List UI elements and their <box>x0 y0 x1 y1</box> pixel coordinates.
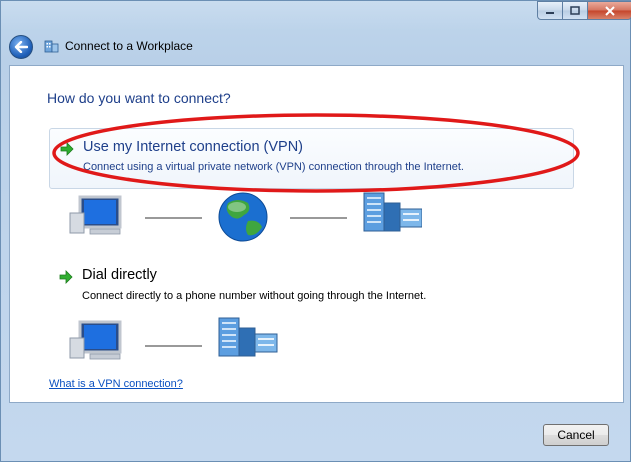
workplace-network-icon <box>44 40 59 53</box>
window-controls <box>537 1 631 21</box>
close-icon <box>604 5 615 16</box>
computer-icon <box>69 195 122 235</box>
option-dial[interactable]: Dial directly Connect directly to a phon… <box>49 267 574 307</box>
maximize-icon <box>570 6 580 15</box>
globe-icon <box>218 192 268 242</box>
wizard-content: How do you want to connect? Use my Inter… <box>9 65 624 403</box>
back-arrow-icon <box>14 41 28 53</box>
window-frame: Connect to a Workplace How do you want t… <box>0 0 631 462</box>
server-building-icon <box>218 317 278 357</box>
close-button[interactable] <box>588 1 631 20</box>
title-bar: Connect to a Workplace <box>1 1 631 65</box>
option-vpn[interactable]: Use my Internet connection (VPN) Connect… <box>49 128 574 189</box>
back-button[interactable] <box>9 35 33 59</box>
cancel-button[interactable]: Cancel <box>543 424 609 446</box>
vpn-diagram <box>69 192 422 242</box>
green-arrow-icon <box>59 270 73 284</box>
option-vpn-title: Use my Internet connection (VPN) <box>83 139 304 155</box>
green-arrow-icon <box>60 142 74 156</box>
server-building-icon <box>363 192 422 232</box>
button-bar: Cancel <box>9 403 624 456</box>
minimize-button[interactable] <box>537 1 563 20</box>
maximize-button[interactable] <box>563 1 588 20</box>
computer-icon <box>69 320 122 360</box>
option-vpn-description: Connect using a virtual private network … <box>83 161 464 173</box>
minimize-icon <box>546 11 554 14</box>
wizard-title: Connect to a Workplace <box>65 39 193 53</box>
option-dial-description: Connect directly to a phone number witho… <box>82 290 427 302</box>
dial-diagram <box>69 317 278 360</box>
page-heading: How do you want to connect? <box>47 90 231 106</box>
option-dial-title: Dial directly <box>82 267 157 283</box>
vpn-help-link[interactable]: What is a VPN connection? <box>49 378 183 390</box>
